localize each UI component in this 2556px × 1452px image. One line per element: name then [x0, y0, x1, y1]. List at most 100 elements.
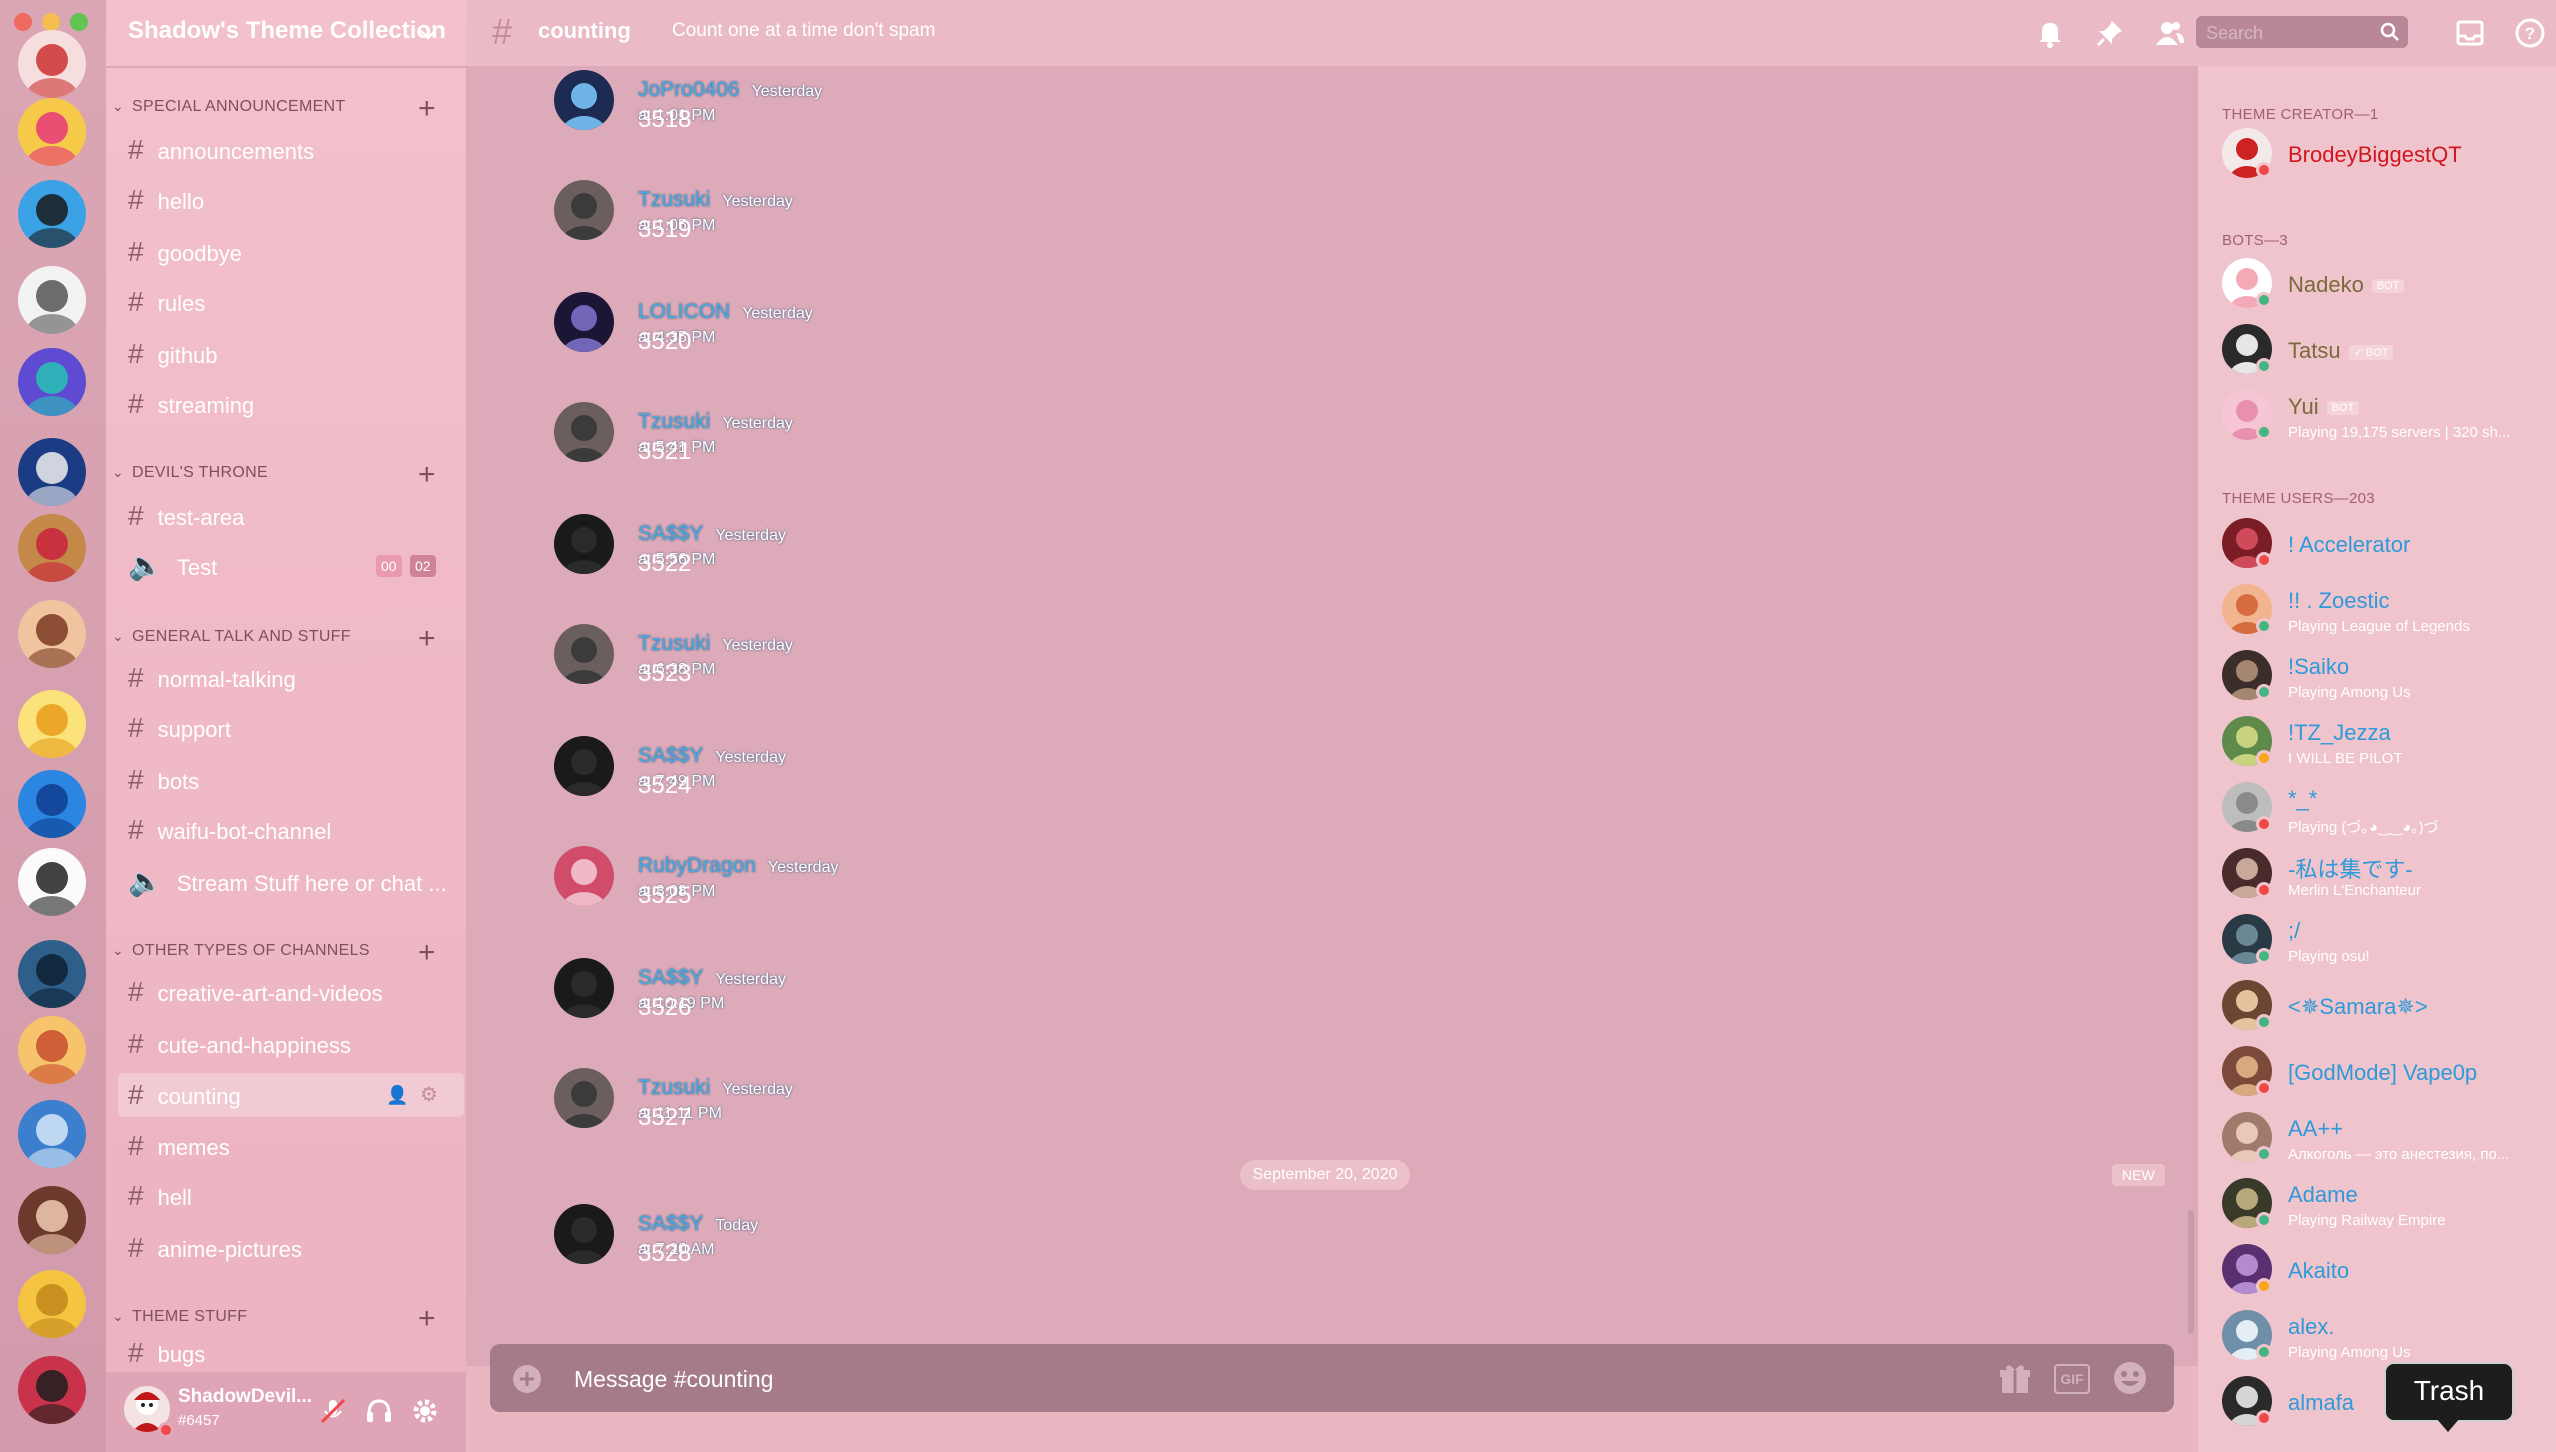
- member-row[interactable]: Nadeko BOT: [2222, 254, 2552, 316]
- member-row[interactable]: BrodeyBiggestQT: [2222, 124, 2552, 186]
- mute-microphone-icon[interactable]: [318, 1396, 348, 1426]
- server-icon[interactable]: [18, 600, 86, 668]
- guild-header[interactable]: Shadow's Theme Collection: [106, 0, 466, 68]
- bell-icon[interactable]: [2034, 17, 2066, 49]
- author-name[interactable]: Tzusuki: [638, 188, 710, 211]
- add-channel-icon[interactable]: +: [418, 1304, 436, 1334]
- avatar[interactable]: [554, 402, 614, 462]
- channel-stream-stuff[interactable]: 🔈 Stream Stuff here or chat ...: [128, 860, 452, 904]
- server-icon[interactable]: [18, 848, 86, 916]
- category-general-talk[interactable]: ⌄ GENERAL TALK AND STUFF: [112, 628, 351, 646]
- server-icon[interactable]: [18, 438, 86, 506]
- author-name[interactable]: SA$$Y: [638, 1212, 703, 1235]
- server-icon[interactable]: [18, 770, 86, 838]
- author-name[interactable]: Tzusuki: [638, 410, 710, 433]
- member-row[interactable]: -私は集です- Merlin L'Enchanteur: [2222, 844, 2552, 906]
- add-channel-icon[interactable]: +: [418, 938, 436, 968]
- server-icon[interactable]: [18, 1186, 86, 1254]
- help-icon[interactable]: ?: [2514, 17, 2546, 49]
- pin-icon[interactable]: [2094, 17, 2126, 49]
- gear-icon[interactable]: ⚙: [420, 1073, 438, 1117]
- member-row[interactable]: [GodMode] Vape0p: [2222, 1042, 2552, 1104]
- inbox-icon[interactable]: [2454, 17, 2486, 49]
- category-theme-stuff[interactable]: ⌄ THEME STUFF: [112, 1308, 247, 1326]
- gift-icon[interactable]: [1998, 1362, 2032, 1396]
- search-box[interactable]: [2196, 16, 2408, 48]
- avatar[interactable]: [554, 958, 614, 1018]
- member-row[interactable]: !Saiko Playing Among Us: [2222, 646, 2552, 708]
- server-icon[interactable]: [18, 30, 86, 98]
- member-row[interactable]: alex. Playing Among Us: [2222, 1306, 2552, 1368]
- author-name[interactable]: SA$$Y: [638, 522, 703, 545]
- avatar[interactable]: [554, 624, 614, 684]
- minimize-window-button[interactable]: [42, 13, 60, 31]
- search-input[interactable]: [2204, 19, 2378, 47]
- emoji-icon[interactable]: [2112, 1360, 2148, 1396]
- server-icon[interactable]: [18, 98, 86, 166]
- add-channel-icon[interactable]: +: [418, 94, 436, 124]
- channel-support[interactable]: # support: [128, 706, 452, 750]
- server-icon[interactable]: [18, 1270, 86, 1338]
- add-channel-icon[interactable]: +: [418, 624, 436, 654]
- channel-goodbye[interactable]: # goodbye: [128, 230, 452, 274]
- channel-github[interactable]: # github: [128, 332, 452, 376]
- gear-icon[interactable]: [410, 1396, 440, 1426]
- channel-creative-art-and-videos[interactable]: # creative-art-and-videos: [128, 970, 452, 1014]
- avatar[interactable]: [554, 736, 614, 796]
- author-name[interactable]: RubyDragon: [638, 854, 756, 877]
- server-icon[interactable]: [18, 940, 86, 1008]
- avatar[interactable]: [554, 180, 614, 240]
- channel-topic[interactable]: Count one at a time don't spam: [672, 20, 935, 42]
- avatar[interactable]: [554, 70, 614, 130]
- channel-memes[interactable]: # memes: [128, 1124, 452, 1168]
- member-row[interactable]: !! . Zoestic Playing League of Legends: [2222, 580, 2552, 642]
- channel-normal-talking[interactable]: # normal-talking: [128, 656, 452, 700]
- member-row[interactable]: Yui BOT Playing 19,175 servers | 320 sh...: [2222, 386, 2552, 448]
- member-row[interactable]: !TZ_Jezza I WILL BE PILOT: [2222, 712, 2552, 774]
- message-input[interactable]: [572, 1358, 1876, 1400]
- invite-icon[interactable]: 👤: [386, 1073, 408, 1117]
- member-row[interactable]: <✵Samara✵>: [2222, 976, 2552, 1038]
- close-window-button[interactable]: [14, 13, 32, 31]
- avatar[interactable]: [554, 1068, 614, 1128]
- author-name[interactable]: SA$$Y: [638, 744, 703, 767]
- channel-hell[interactable]: # hell: [128, 1174, 452, 1218]
- member-row[interactable]: AA++ Алкоголь — это анестезия, по...: [2222, 1108, 2552, 1170]
- server-icon[interactable]: [18, 348, 86, 416]
- chat-scrollbar[interactable]: [2188, 1210, 2194, 1334]
- add-channel-icon[interactable]: +: [418, 460, 436, 490]
- maximize-window-button[interactable]: [70, 13, 88, 31]
- server-icon[interactable]: [18, 1016, 86, 1084]
- server-icon[interactable]: [18, 690, 86, 758]
- server-icon[interactable]: [18, 1100, 86, 1168]
- server-icon[interactable]: [18, 266, 86, 334]
- avatar[interactable]: [554, 1204, 614, 1264]
- avatar[interactable]: [554, 514, 614, 574]
- server-icon[interactable]: [18, 514, 86, 582]
- channel-announcements[interactable]: # announcements: [128, 128, 452, 172]
- author-name[interactable]: JoPro0406: [638, 78, 740, 101]
- category-special-announcement[interactable]: ⌄ SPECIAL ANNOUNCEMENT: [112, 98, 345, 116]
- headphones-icon[interactable]: [364, 1396, 394, 1426]
- channel-streaming[interactable]: # streaming: [128, 382, 452, 426]
- member-row[interactable]: Akaito: [2222, 1240, 2552, 1302]
- member-list-icon[interactable]: [2154, 17, 2186, 49]
- member-row[interactable]: Adame Playing Railway Empire: [2222, 1174, 2552, 1236]
- gif-button[interactable]: GIF: [2054, 1364, 2090, 1394]
- channel-anime-pictures[interactable]: # anime-pictures: [128, 1226, 452, 1270]
- channel-bots[interactable]: # bots: [128, 758, 452, 802]
- channel-hello[interactable]: # hello: [128, 178, 452, 222]
- avatar[interactable]: [554, 846, 614, 906]
- category-other-types[interactable]: ⌄ OTHER TYPES OF CHANNELS: [112, 942, 370, 960]
- member-row[interactable]: *_* Playing (づ｡◕‿‿◕｡)づ: [2222, 778, 2552, 840]
- channel-counting[interactable]: # counting 👤 ⚙: [118, 1073, 464, 1117]
- channel-waifu-bot-channel[interactable]: # waifu-bot-channel: [128, 808, 452, 852]
- add-attachment-icon[interactable]: [512, 1364, 542, 1394]
- author-name[interactable]: LOLICON: [638, 300, 730, 323]
- channel-rules[interactable]: # rules: [128, 280, 452, 324]
- author-name[interactable]: SA$$Y: [638, 966, 703, 989]
- category-devils-throne[interactable]: ⌄ DEVIL'S THRONE: [112, 464, 268, 482]
- member-row[interactable]: Tatsu ✓ BOT: [2222, 320, 2552, 382]
- member-row[interactable]: ! Accelerator: [2222, 514, 2552, 576]
- member-row[interactable]: ;/ Playing osu!: [2222, 910, 2552, 972]
